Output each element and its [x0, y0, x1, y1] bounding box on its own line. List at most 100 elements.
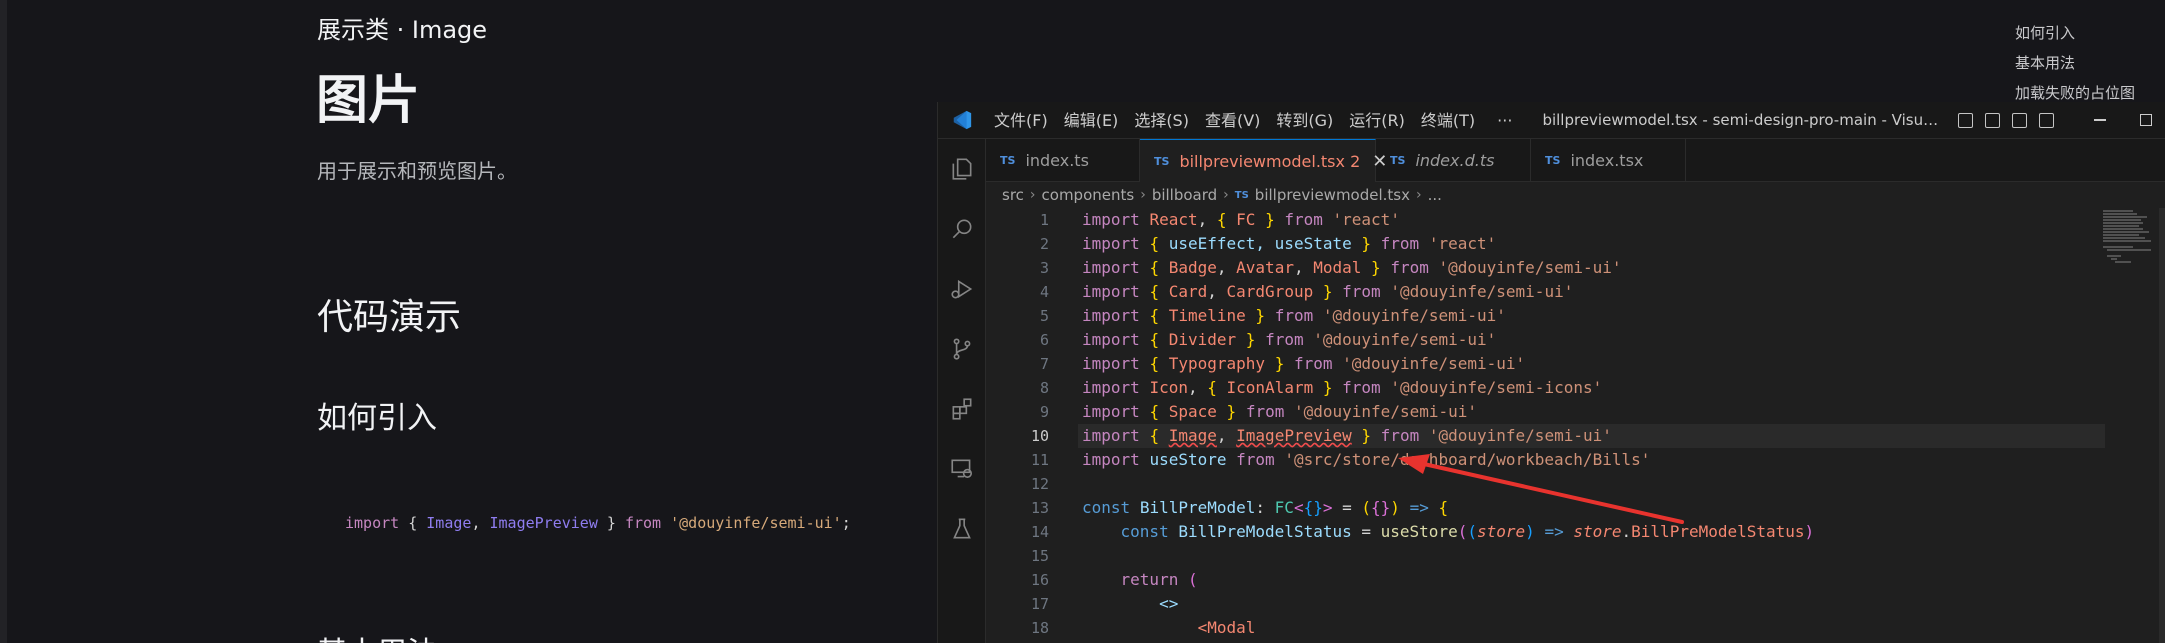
explorer-icon[interactable] [938, 139, 986, 199]
extensions-icon[interactable] [938, 379, 986, 439]
tab-index-tsx[interactable]: TS index.tsx [1531, 139, 1686, 182]
line-number: 4 [1039, 283, 1049, 301]
testing-icon[interactable] [938, 499, 986, 559]
line-number-gutter: 1 2 3 4 5 6 7 8 9 10 11 12 13 14 15 16 1… [986, 208, 1063, 640]
line-number: 7 [1039, 355, 1049, 373]
code-line: import useStore from '@src/store/dashboa… [1082, 450, 1651, 469]
menu-more-button[interactable]: ··· [1483, 111, 1526, 130]
page-title: 图片 [316, 71, 421, 131]
code-keyword: from [624, 514, 662, 532]
chevron-right-icon: › [1416, 187, 1422, 203]
line-number: 2 [1039, 235, 1049, 253]
code-line: const BillPreModel: FC<{}> = ({}) => { [1082, 498, 1449, 517]
code-punct: , [471, 514, 490, 532]
code-punct: } [597, 514, 625, 532]
title-bar: 文件(F) 编辑(E) 选择(S) 查看(V) 转到(G) 运行(R) 终端(T… [938, 102, 2165, 139]
line-number: 5 [1039, 307, 1049, 325]
line-number: 11 [1030, 451, 1049, 469]
breadcrumb-src[interactable]: src [1002, 186, 1024, 204]
code-line: import Icon, { IconAlarm } from '@douyin… [1082, 378, 1603, 397]
sidebar-edge [0, 0, 7, 643]
code-line: import { Space } from '@douyinfe/semi-ui… [1082, 402, 1478, 421]
line-number: 6 [1039, 331, 1049, 349]
line-number: 14 [1030, 523, 1049, 541]
typescript-icon: TS [1000, 154, 1016, 167]
tab-label: billpreviewmodel.tsx 2 [1179, 151, 1361, 171]
menu-goto[interactable]: 转到(G) [1268, 102, 1341, 139]
code-line: import { Timeline } from '@douyinfe/semi… [1082, 306, 1506, 325]
code-identifier: Image [426, 514, 472, 532]
code-line: import { useEffect, useState } from 'rea… [1082, 234, 1497, 253]
run-debug-icon[interactable] [938, 259, 986, 319]
menu-run[interactable]: 运行(R) [1341, 102, 1413, 139]
line-number: 8 [1039, 379, 1049, 397]
toggle-secondary-sidebar-icon[interactable] [2012, 112, 2028, 128]
code-line: import React, { FC } from 'react' [1082, 210, 1400, 229]
code-line: import { Divider } from '@douyinfe/semi-… [1082, 330, 1497, 349]
customize-layout-icon[interactable] [2039, 112, 2055, 128]
code-line: return ( [1120, 570, 1198, 589]
menu-edit[interactable]: 编辑(E) [1056, 102, 1127, 139]
window-title: billpreviewmodel.tsx - semi-design-pro-m… [1542, 111, 1947, 129]
code-line: <> [1159, 594, 1179, 613]
minimap[interactable] [2101, 208, 2157, 288]
line-number: 9 [1039, 403, 1049, 421]
section-heading-basic: 基本用法 [317, 628, 437, 643]
code-line: import { Image, ImagePreview } from '@do… [1078, 424, 2105, 448]
search-icon[interactable] [938, 199, 986, 259]
code-lines: import React, { FC } from 'react' import … [1078, 208, 2105, 640]
editor-tabs: TS index.ts TS billpreviewmodel.tsx 2 ✕ … [986, 139, 2165, 182]
typescript-icon: TS [1545, 154, 1561, 167]
tab-billpreviewmodel[interactable]: TS billpreviewmodel.tsx 2 ✕ [1140, 139, 1387, 182]
line-number: 12 [1030, 475, 1049, 493]
menu-view[interactable]: 查看(V) [1197, 102, 1268, 139]
window-controls [2094, 114, 2153, 126]
menu-file[interactable]: 文件(F) [986, 102, 1056, 139]
code-punct: ; [841, 514, 851, 532]
line-number: 16 [1030, 571, 1049, 589]
line-number: 1 [1039, 211, 1049, 229]
tab-label: index.ts [1025, 151, 1089, 170]
layout-controls [1958, 112, 2055, 128]
toc-item-basic[interactable]: 基本用法 [2015, 48, 2135, 78]
tab-label: index.tsx [1570, 151, 1644, 170]
minimize-button[interactable] [2094, 119, 2107, 121]
line-number: 15 [1030, 547, 1049, 565]
code-editor[interactable]: 1 2 3 4 5 6 7 8 9 10 11 12 13 14 15 16 1… [986, 208, 2165, 643]
chevron-right-icon: › [1223, 187, 1229, 203]
tab-index-ts[interactable]: TS index.ts [986, 139, 1140, 182]
breadcrumb-billboard[interactable]: billboard [1152, 186, 1217, 204]
tab-index-d-ts[interactable]: TS index.d.ts [1376, 139, 1531, 182]
breadcrumb-file[interactable]: billpreviewmodel.tsx [1255, 186, 1410, 204]
menu-bar: 文件(F) 编辑(E) 选择(S) 查看(V) 转到(G) 运行(R) 终端(T… [986, 102, 1526, 139]
section-heading-demo: 代码演示 [317, 297, 462, 338]
activity-bar [938, 139, 986, 643]
line-number: 3 [1039, 259, 1049, 277]
code-punct: { [399, 514, 427, 532]
vertical-scrollbar[interactable] [2159, 208, 2165, 643]
code-line: const BillPreModelStatus = useStore((sto… [1120, 522, 1815, 541]
code-line: <Modal [1197, 618, 1256, 637]
editor-breadcrumbs: src › components › billboard › TS billpr… [986, 182, 2165, 208]
line-number-current: 10 [1030, 427, 1049, 445]
remote-explorer-icon[interactable] [938, 439, 986, 499]
breadcrumb-components[interactable]: components [1042, 186, 1135, 204]
menu-selection[interactable]: 选择(S) [1126, 102, 1197, 139]
toc-item-import[interactable]: 如何引入 [2015, 18, 2135, 48]
menu-terminal[interactable]: 终端(T) [1413, 102, 1483, 139]
vscode-logo-icon [938, 102, 986, 139]
chevron-right-icon: › [1140, 187, 1146, 203]
vscode-window: 文件(F) 编辑(E) 选择(S) 查看(V) 转到(G) 运行(R) 终端(T… [937, 102, 2165, 643]
breadcrumb-symbol[interactable]: ... [1428, 186, 1442, 204]
source-control-icon[interactable] [938, 319, 986, 379]
typescript-icon: TS [1390, 154, 1406, 167]
section-heading-import: 如何引入 [317, 401, 437, 436]
maximize-button[interactable] [2140, 114, 2153, 126]
code-line: import { Typography } from '@douyinfe/se… [1082, 354, 1526, 373]
toggle-sidebar-icon[interactable] [1958, 112, 1974, 128]
toggle-panel-icon[interactable] [1985, 112, 2001, 128]
line-number: 18 [1030, 619, 1049, 637]
import-code-snippet: import { Image, ImagePreview } from '@do… [345, 514, 851, 532]
